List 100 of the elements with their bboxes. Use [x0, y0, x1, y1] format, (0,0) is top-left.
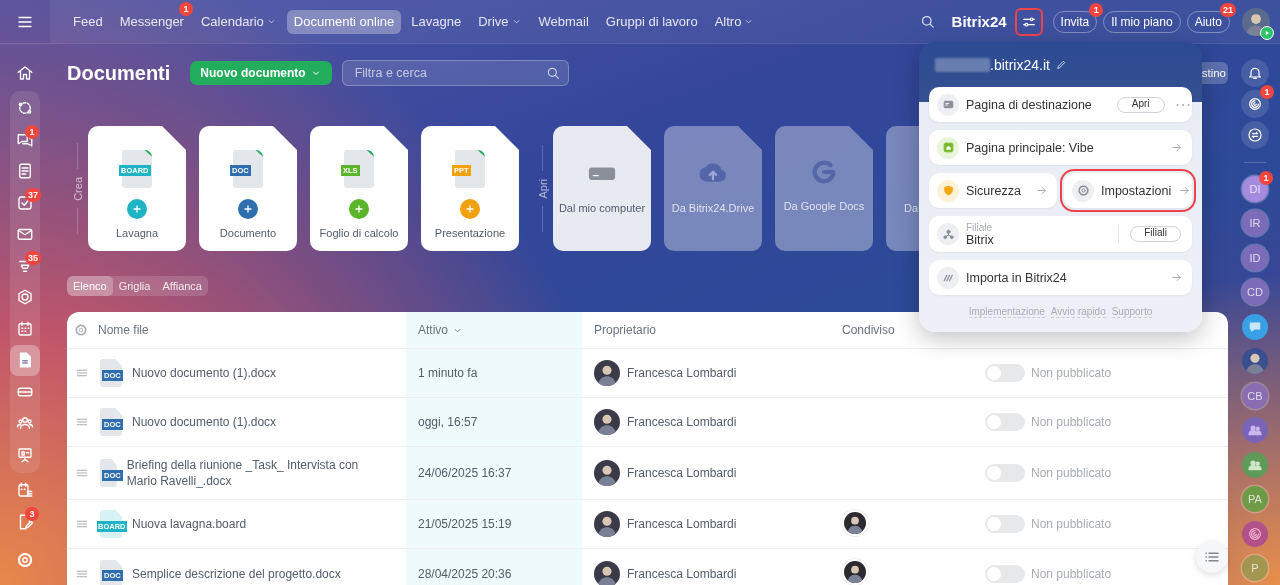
small-button[interactable]: Filiali [1130, 226, 1181, 242]
view-tab[interactable]: Elenco [67, 276, 113, 296]
contact-avatar[interactable]: ID [1242, 244, 1268, 271]
small-button[interactable]: Apri [1116, 96, 1165, 113]
pencil-icon [1055, 59, 1067, 70]
nav-tab[interactable]: Drive [471, 9, 529, 34]
count-badge: 35 [25, 251, 41, 265]
menu-tile[interactable]: Filiale Bitrix Filiali [929, 216, 1192, 252]
bell-icon [1247, 65, 1263, 81]
owner-name: Francesca Lombardi [627, 566, 737, 581]
import-card[interactable]: Dal mio computer [553, 126, 651, 251]
avatar-icon [1242, 348, 1268, 374]
publish-status: Non pubblicato [1031, 415, 1112, 429]
toggle-switch[interactable] [985, 515, 1025, 533]
new-document-button[interactable]: Nuovo documento [190, 61, 332, 85]
file-name[interactable]: Nuovo documento (1).docx [132, 414, 297, 430]
publish-status: Non pubblicato [1031, 517, 1112, 531]
table-cell-text: 1 minuto fa [417, 366, 479, 380]
count-badge: 37 [25, 188, 41, 202]
nav-tab[interactable]: Feed [66, 9, 110, 34]
nav-tab[interactable]: Lavagne [404, 9, 469, 34]
column-header[interactable]: Nome file [98, 323, 149, 337]
add-icon [460, 199, 480, 219]
hexagon-icon [16, 288, 34, 307]
header-button[interactable]: stino [1201, 62, 1228, 84]
menu-tile[interactable]: Pagina principale: Vibe [929, 130, 1192, 165]
owner-name: Francesca Lombardi [627, 466, 737, 480]
import-card[interactable]: Da [886, 126, 920, 251]
arrow-right-icon [1170, 271, 1183, 284]
more-icon [1175, 102, 1190, 107]
file-name[interactable]: Briefing della riunione _Task_ Intervista con Mario Ravelli_.docx [126, 457, 406, 489]
view-tab[interactable]: Affianca [156, 276, 208, 296]
swirl-icon [1247, 96, 1263, 112]
toggle-switch[interactable] [985, 413, 1025, 431]
card-label: Documento [219, 227, 277, 239]
nav-rail-button[interactable]: 35 [10, 250, 40, 282]
publish-status: Non pubblicato [1031, 566, 1112, 581]
swirl-button[interactable] [1241, 90, 1269, 118]
file-name[interactable]: Nuova lavagna.board [132, 516, 267, 532]
view-tab[interactable]: Griglia [112, 276, 157, 296]
table-cell-text: 21/05/2025 15:19 [417, 517, 513, 531]
column-header[interactable]: Proprietario [594, 323, 657, 337]
tile-label: Pagina principale: Vibe [966, 140, 1095, 155]
import-card[interactable]: Da Bitrix24.Drive [664, 126, 762, 251]
nav-tab[interactable]: Documenti online [286, 9, 402, 34]
nav-tab[interactable]: Altro [707, 9, 762, 34]
settings-icon [1076, 184, 1090, 197]
group-button[interactable] [1242, 417, 1268, 443]
column-header[interactable]: Condiviso [842, 323, 895, 337]
blurred-text [935, 57, 990, 72]
card-label: Lavagna [115, 227, 159, 239]
avatar-icon [594, 511, 620, 537]
contact-avatar[interactable]: CD [1242, 279, 1268, 305]
column-header[interactable]: Attivo [418, 323, 463, 337]
avatar-icon [594, 360, 620, 386]
group-icon [1247, 422, 1263, 438]
settings-button[interactable] [1016, 9, 1041, 34]
toggle-switch[interactable] [985, 364, 1025, 382]
portal-domain: .bitrix24.it [990, 56, 1050, 73]
shield-icon [941, 184, 955, 197]
file-name[interactable]: Semplice descrizione del progetto.docx [132, 565, 361, 582]
nav-rail-button[interactable]: 3 [10, 506, 40, 538]
tile-caption: Filiale [966, 221, 994, 234]
contact-avatar[interactable]: IR [1242, 210, 1268, 236]
owner-name: Francesca Lombardi [627, 366, 737, 380]
menu-tile[interactable]: Pagina di destinazione Apri [929, 87, 1192, 122]
toggle-switch[interactable] [985, 464, 1025, 482]
settings-icon [74, 323, 88, 337]
count-badge: 3 [25, 507, 39, 521]
arrow-right-icon [1178, 184, 1192, 197]
nav-tab[interactable]: Gruppi di lavoro [598, 9, 705, 34]
card-label: Presentazione [434, 227, 506, 239]
group-label: Crea [71, 176, 84, 201]
avatar-icon [594, 460, 620, 486]
contact-avatar[interactable]: PA [1242, 486, 1268, 512]
menu-tile[interactable]: Sicurezza [929, 173, 1057, 208]
group-button[interactable] [1242, 451, 1268, 478]
publish-status: Non pubblicato [1031, 466, 1112, 480]
arrow-right-icon [1170, 141, 1183, 154]
nav-rail-button[interactable]: 1 [10, 124, 40, 156]
chat-icon [1247, 127, 1263, 143]
import-card[interactable]: Da Google Docs [775, 126, 873, 251]
contact-avatar[interactable]: CB [1242, 382, 1268, 409]
table-cell-text: 28/04/2025 20:36 [417, 566, 513, 581]
branch-icon [941, 227, 955, 241]
count-badge: 1 [25, 125, 39, 139]
chat-button[interactable] [1241, 121, 1269, 149]
nav-tab[interactable]: Webmail [531, 9, 596, 34]
bell-button[interactable] [1241, 59, 1269, 87]
card-label: Da [904, 202, 919, 214]
add-icon [349, 199, 369, 219]
nav-tab[interactable]: Calendario [193, 9, 284, 34]
avatar-icon [594, 560, 620, 585]
nav-rail-button[interactable]: 37 [10, 187, 40, 219]
group-label: Apri [536, 178, 549, 199]
toggle-switch[interactable] [985, 564, 1025, 583]
chat-bubble-button[interactable] [1242, 313, 1268, 340]
menu-tile[interactable]: Importa in Bitrix24 [929, 260, 1192, 295]
count-badge: 1 [1089, 2, 1104, 17]
file-name[interactable]: Nuovo documento (1).docx [132, 365, 297, 381]
